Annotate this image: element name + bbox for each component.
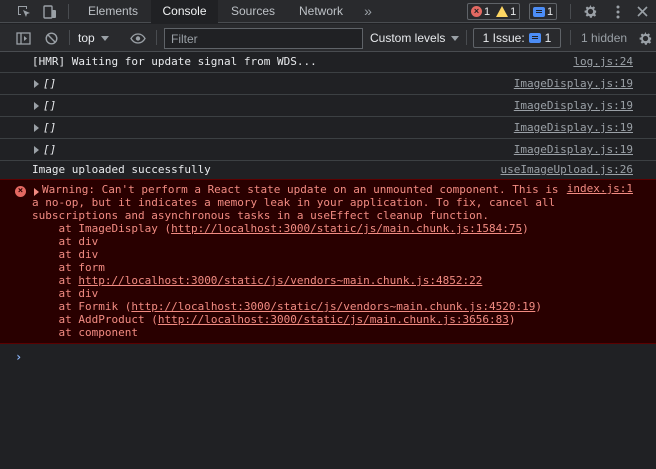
expand-triangle-icon[interactable] [34, 124, 39, 132]
message-text: [] [43, 121, 57, 134]
message-icon [533, 6, 545, 17]
error-source-link[interactable]: index.js:1 [567, 182, 633, 195]
filter-input[interactable] [164, 28, 363, 49]
issue-message-icon [528, 33, 541, 43]
source-link[interactable]: ImageDisplay.js:19 [514, 139, 633, 161]
context-selector-label: top [78, 31, 95, 45]
more-tabs-button[interactable]: » [360, 0, 376, 23]
error-warning-counter[interactable]: × 1 1 [467, 3, 521, 20]
message-text: [] [43, 77, 57, 90]
message-count: 1 [547, 5, 554, 18]
console-message[interactable]: [] ImageDisplay.js:19 [0, 117, 656, 139]
source-link[interactable]: ImageDisplay.js:19 [514, 117, 633, 139]
warning-count: 1 [510, 5, 517, 18]
tabbar-divider [68, 4, 69, 19]
source-link[interactable]: ImageDisplay.js:19 [514, 73, 633, 95]
stack-frame: at Formik (http://localhost:3000/static/… [32, 300, 542, 313]
tab-sources[interactable]: Sources [221, 0, 285, 23]
stack-frame: at div [32, 248, 99, 261]
error-text-line: subscriptions and asynchronous tasks in … [32, 209, 489, 222]
console-prompt-chevron-icon[interactable]: › [15, 350, 22, 364]
hidden-messages-count: 1 hidden [581, 31, 628, 45]
error-icon: × [471, 6, 482, 17]
stack-frame: at div [32, 235, 99, 248]
chevron-down-icon [100, 35, 109, 41]
close-devtools-icon[interactable] [630, 0, 654, 23]
inspect-element-icon[interactable] [12, 0, 36, 23]
stack-frame: at http://localhost:3000/static/js/vendo… [32, 274, 483, 287]
issues-label: 1 Issue: [482, 31, 525, 45]
tab-elements[interactable]: Elements [78, 0, 148, 23]
tabbar-divider [570, 4, 571, 19]
expand-triangle-icon[interactable] [34, 80, 39, 88]
message-text: [] [43, 99, 57, 112]
stack-frame: at div [32, 287, 99, 300]
error-icon: × [15, 186, 26, 197]
more-options-icon[interactable] [606, 0, 630, 23]
device-toolbar-icon[interactable] [38, 0, 62, 23]
issues-count: 1 [544, 31, 552, 45]
console-message: [HMR] Waiting for update signal from WDS… [0, 53, 656, 73]
sidebar-toggle-icon[interactable] [12, 26, 34, 50]
toolbar-divider [69, 30, 70, 45]
stack-frame: at component [32, 326, 138, 339]
live-expression-eye-icon[interactable] [127, 26, 149, 50]
stack-frame-link[interactable]: http://localhost:3000/static/js/vendors~… [131, 300, 535, 313]
source-link[interactable]: useImageUpload.js:26 [501, 161, 633, 179]
message-text: [] [43, 143, 57, 156]
stack-frame-link[interactable]: http://localhost:3000/static/js/vendors~… [78, 274, 482, 287]
expand-triangle-icon[interactable] [34, 102, 39, 110]
error-message[interactable]: × index.js:1 Warning: Can't perform a Re… [0, 179, 656, 344]
message-counter[interactable]: 1 [529, 3, 558, 20]
console-message[interactable]: [] ImageDisplay.js:19 [0, 139, 656, 161]
stack-frame-link[interactable]: http://localhost:3000/static/js/main.chu… [158, 313, 509, 326]
error-text-line: Warning: Can't perform a React state upd… [42, 183, 559, 196]
chevron-down-icon [451, 35, 460, 41]
stack-frame: at form [32, 261, 105, 274]
message-text: [HMR] Waiting for update signal from WDS… [32, 55, 317, 68]
toolbar-divider [156, 30, 157, 45]
console-messages: [HMR] Waiting for update signal from WDS… [0, 53, 656, 469]
stack-frame-link[interactable]: http://localhost:3000/static/js/main.chu… [171, 222, 522, 235]
expand-triangle-icon[interactable] [34, 188, 39, 196]
error-text-line: a no-op, but it indicates a memory leak … [32, 196, 556, 209]
console-toolbar: top Custom levels 1 Issue: 1 1 hidden [0, 24, 656, 52]
log-levels-label: Custom levels [370, 31, 446, 45]
expand-triangle-icon[interactable] [34, 146, 39, 154]
console-message[interactable]: [] ImageDisplay.js:19 [0, 95, 656, 117]
error-count: 1 [484, 5, 491, 18]
context-selector[interactable]: top [78, 29, 109, 47]
warning-icon [496, 6, 509, 17]
stack-frame: at AddProduct (http://localhost:3000/sta… [32, 313, 516, 326]
devtools-tabbar: Elements Console Sources Network » × 1 1… [0, 0, 656, 23]
stack-frame: at ImageDisplay (http://localhost:3000/s… [32, 222, 529, 235]
toolbar-divider [570, 30, 571, 45]
tab-console[interactable]: Console [151, 0, 218, 23]
message-text: Image uploaded successfully [32, 163, 211, 176]
clear-console-icon[interactable] [40, 26, 62, 50]
issues-button[interactable]: 1 Issue: 1 [473, 28, 561, 48]
toolbar-divider [466, 30, 467, 45]
tab-network[interactable]: Network [290, 0, 352, 23]
source-link[interactable]: log.js:24 [573, 53, 633, 71]
log-levels-dropdown[interactable]: Custom levels [370, 29, 460, 47]
settings-gear-icon[interactable] [578, 0, 602, 23]
source-link[interactable]: ImageDisplay.js:19 [514, 95, 633, 117]
console-settings-gear-icon[interactable] [634, 26, 656, 50]
console-message: Image uploaded successfully useImageUplo… [0, 161, 656, 180]
console-message[interactable]: [] ImageDisplay.js:19 [0, 73, 656, 95]
